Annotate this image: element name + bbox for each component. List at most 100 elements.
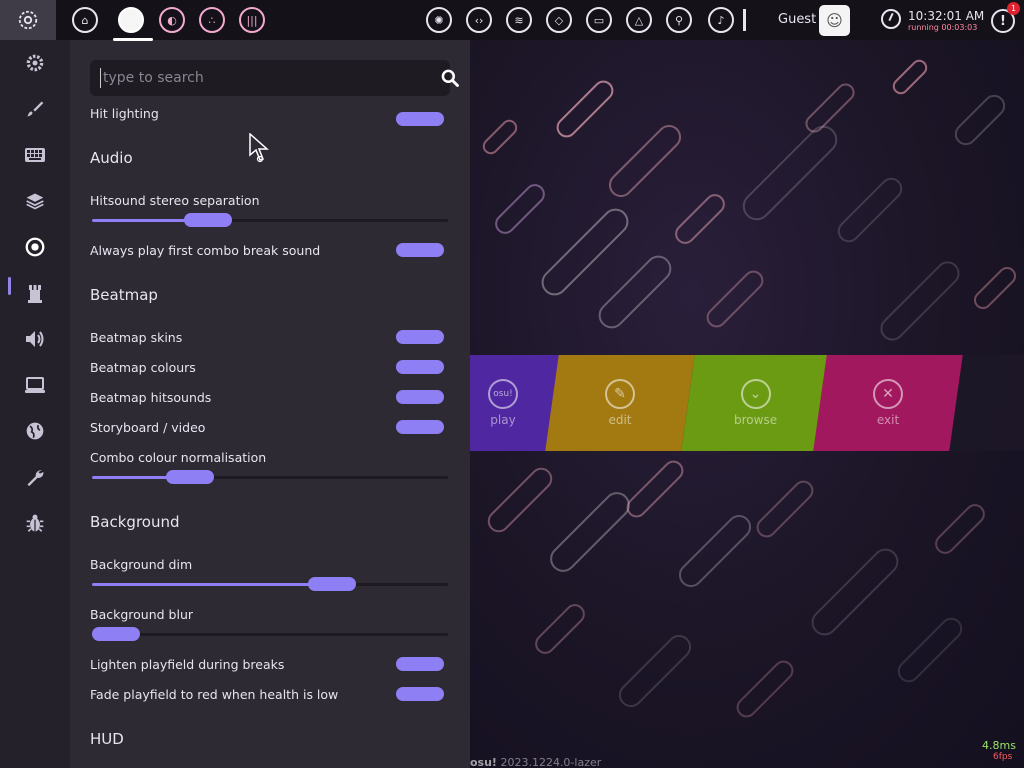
setting-label-combo-normalisation: Combo colour normalisation bbox=[90, 450, 267, 465]
combo-normalisation-slider[interactable] bbox=[92, 470, 448, 484]
background-blur-slider[interactable] bbox=[92, 627, 448, 641]
beatmap-listing-icon: ◇ bbox=[554, 13, 564, 27]
beatmap-hitsounds-toggle[interactable] bbox=[396, 390, 444, 404]
home-button[interactable]: ⌂ bbox=[72, 7, 98, 33]
dashboard-button[interactable]: △ bbox=[626, 7, 652, 33]
gear-icon bbox=[26, 54, 44, 72]
sidebar-item-audio[interactable] bbox=[20, 324, 50, 354]
sidebar-item-user-interface[interactable] bbox=[20, 186, 50, 216]
play-button-label: play bbox=[489, 413, 516, 427]
section-title-beatmap: Beatmap bbox=[90, 286, 158, 304]
music-note-icon: ♪ bbox=[717, 13, 725, 27]
beatmap-listing-button[interactable]: ◇ bbox=[546, 7, 572, 33]
sidebar-item-maintenance[interactable] bbox=[20, 462, 50, 492]
edit-button[interactable]: ✎ edit bbox=[545, 355, 695, 451]
setting-label-combo-break: Always play first combo break sound bbox=[90, 243, 321, 258]
notification-count-badge: 1 bbox=[1007, 2, 1020, 15]
slider-knob[interactable] bbox=[165, 470, 214, 484]
clock-time[interactable]: 10:32:01 AM bbox=[908, 9, 984, 23]
wiki-button[interactable]: ⚲ bbox=[666, 7, 692, 33]
now-playing-button[interactable]: ♪ bbox=[708, 7, 734, 33]
active-ruleset-indicator bbox=[113, 38, 153, 41]
brand-name: osu! bbox=[470, 756, 497, 768]
mania-ruleset-icon: ||| bbox=[246, 13, 258, 27]
storyboard-toggle[interactable] bbox=[396, 420, 444, 434]
exit-button[interactable]: ✕ exit bbox=[813, 355, 963, 451]
fps-counter: 6fps bbox=[993, 752, 1013, 762]
dashboard-icon: △ bbox=[634, 13, 644, 27]
browse-button-label: browse bbox=[734, 413, 778, 427]
clock-icon bbox=[881, 9, 901, 29]
frame-time: 4.8ms bbox=[982, 739, 1016, 752]
toolbar: ⌂ ◐ ∴ ||| ✺ ‹› ≋ ◇ ▭ △ ⚲ ♪ Guest ☺ 10:32… bbox=[0, 0, 1024, 41]
sidebar-item-gameplay[interactable] bbox=[20, 232, 50, 262]
setting-label-storyboard: Storyboard / video bbox=[90, 420, 206, 435]
sidebar-item-general[interactable] bbox=[20, 48, 50, 78]
wrench-icon bbox=[27, 470, 44, 487]
slider-knob[interactable] bbox=[184, 213, 233, 227]
chess-icon bbox=[28, 285, 42, 303]
home-icon: ⌂ bbox=[81, 13, 89, 27]
combo-break-toggle[interactable] bbox=[396, 243, 444, 257]
setting-label-hit-lighting: Hit lighting bbox=[90, 106, 159, 121]
stereo-separation-slider[interactable] bbox=[92, 213, 448, 227]
version-text: osu! 2023.1224.0-lazer bbox=[470, 756, 601, 768]
target-icon bbox=[25, 237, 45, 257]
avatar[interactable]: ☺ bbox=[819, 5, 850, 36]
mouse-cursor-icon bbox=[249, 133, 269, 163]
sidebar-active-indicator bbox=[8, 277, 11, 295]
close-icon: ✕ bbox=[873, 379, 903, 409]
ruleset-mania-button[interactable]: ||| bbox=[239, 7, 265, 33]
edit-button-label: edit bbox=[608, 413, 632, 427]
sidebar-item-input[interactable] bbox=[20, 140, 50, 170]
slider-fill bbox=[92, 583, 332, 586]
sidebar-item-graphics[interactable] bbox=[20, 370, 50, 400]
setting-label-stereo-separation: Hitsound stereo separation bbox=[90, 193, 260, 208]
ruleset-catch-button[interactable]: ∴ bbox=[199, 7, 225, 33]
laptop-icon bbox=[25, 377, 45, 393]
hit-lighting-toggle[interactable] bbox=[396, 112, 444, 126]
lighten-playfield-toggle[interactable] bbox=[396, 657, 444, 671]
setting-label-beatmap-hitsounds: Beatmap hitsounds bbox=[90, 390, 212, 405]
sidebar-item-rulesets[interactable] bbox=[20, 278, 50, 308]
changelog-button[interactable]: ‹› bbox=[466, 7, 492, 33]
chat-icon: ▭ bbox=[593, 13, 605, 27]
sidebar-item-online[interactable] bbox=[20, 416, 50, 446]
search-icon[interactable] bbox=[440, 68, 460, 88]
slider-knob[interactable] bbox=[307, 577, 356, 591]
setting-label-background-dim: Background dim bbox=[90, 557, 193, 572]
beatmap-skins-toggle[interactable] bbox=[396, 330, 444, 344]
taiko-ruleset-icon: ◐ bbox=[167, 13, 177, 27]
catch-ruleset-icon: ∴ bbox=[208, 13, 216, 27]
beatmap-colours-toggle[interactable] bbox=[396, 360, 444, 374]
settings-button[interactable] bbox=[0, 0, 56, 40]
chat-button[interactable]: ▭ bbox=[586, 7, 612, 33]
section-title-background: Background bbox=[90, 513, 180, 531]
section-title-audio: Audio bbox=[90, 149, 133, 167]
bug-icon bbox=[26, 514, 44, 532]
rankings-button[interactable]: ≋ bbox=[506, 7, 532, 33]
setting-label-lighten-playfield: Lighten playfield during breaks bbox=[90, 657, 285, 672]
layers-icon bbox=[26, 193, 44, 210]
sidebar-item-skin[interactable] bbox=[20, 94, 50, 124]
section-title-hud: HUD bbox=[90, 730, 124, 748]
setting-label-beatmap-colours: Beatmap colours bbox=[90, 360, 196, 375]
user-name[interactable]: Guest bbox=[778, 12, 816, 27]
slider-knob[interactable] bbox=[92, 627, 140, 641]
background-dim-slider[interactable] bbox=[92, 577, 448, 591]
paintbrush-icon bbox=[27, 101, 44, 117]
search-input[interactable] bbox=[100, 68, 400, 88]
fade-red-toggle[interactable] bbox=[396, 687, 444, 701]
ruleset-taiko-button[interactable]: ◐ bbox=[159, 7, 185, 33]
browse-button[interactable]: ⌄ browse bbox=[681, 355, 831, 451]
exit-button-label: exit bbox=[876, 413, 900, 427]
osu-logo-icon: osu! bbox=[487, 379, 518, 409]
gear-icon bbox=[18, 10, 38, 30]
sidebar-item-debug[interactable] bbox=[20, 508, 50, 538]
clock-running-time: running 00:03:03 bbox=[908, 23, 978, 32]
search-box bbox=[90, 60, 459, 96]
setting-label-beatmap-skins: Beatmap skins bbox=[90, 330, 183, 345]
rankings-icon: ≋ bbox=[514, 13, 524, 27]
ruleset-osu-button[interactable] bbox=[118, 7, 144, 33]
news-button[interactable]: ✺ bbox=[426, 7, 452, 33]
